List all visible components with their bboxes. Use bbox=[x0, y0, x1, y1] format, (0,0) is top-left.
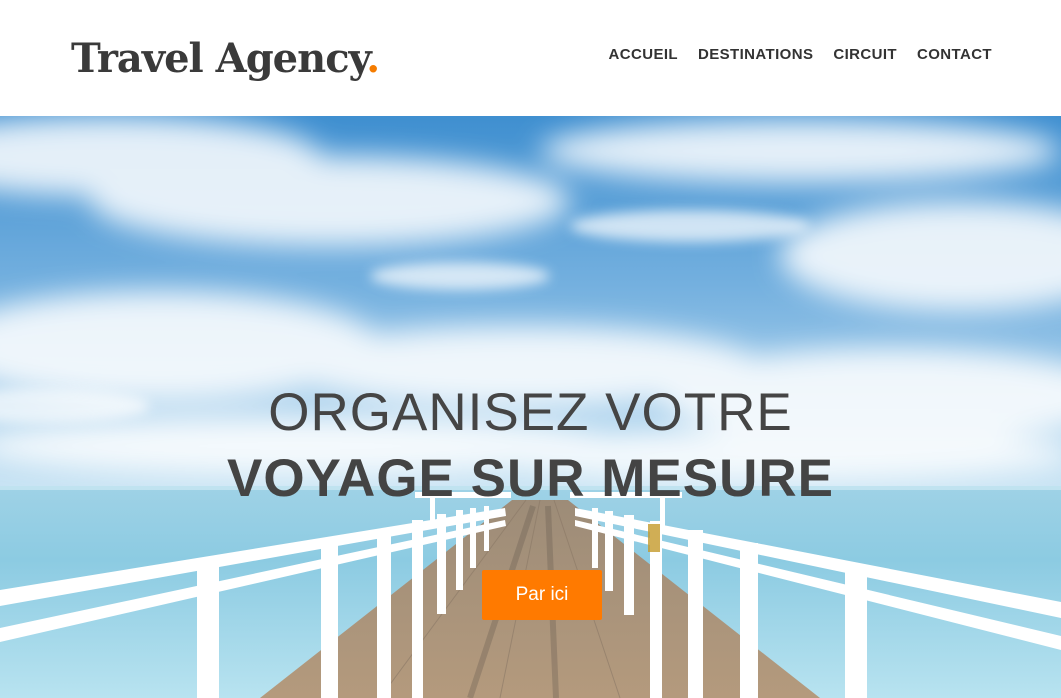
site-header: Travel Agency. ACCUEIL DESTINATIONS CIRC… bbox=[0, 0, 1061, 116]
nav-item-circuit[interactable]: CIRCUIT bbox=[833, 46, 897, 63]
main-nav: ACCUEIL DESTINATIONS CIRCUIT CONTACT bbox=[609, 46, 992, 63]
cta-button[interactable]: Par ici bbox=[482, 570, 602, 620]
logo-text: Travel Agency bbox=[71, 35, 367, 82]
nav-item-destinations[interactable]: DESTINATIONS bbox=[698, 46, 813, 63]
site-logo[interactable]: Travel Agency. bbox=[71, 34, 380, 84]
hero-headline-line1: ORGANISEZ VOTRE bbox=[268, 383, 793, 442]
nav-item-contact[interactable]: CONTACT bbox=[917, 46, 992, 63]
hero-section: ORGANISEZ VOTRE VOYAGE SUR MESURE Par ic… bbox=[0, 116, 1061, 698]
nav-item-accueil[interactable]: ACCUEIL bbox=[609, 46, 678, 63]
logo-dot: . bbox=[366, 35, 380, 82]
hero-headline-line2: VOYAGE SUR MESURE bbox=[226, 449, 834, 508]
